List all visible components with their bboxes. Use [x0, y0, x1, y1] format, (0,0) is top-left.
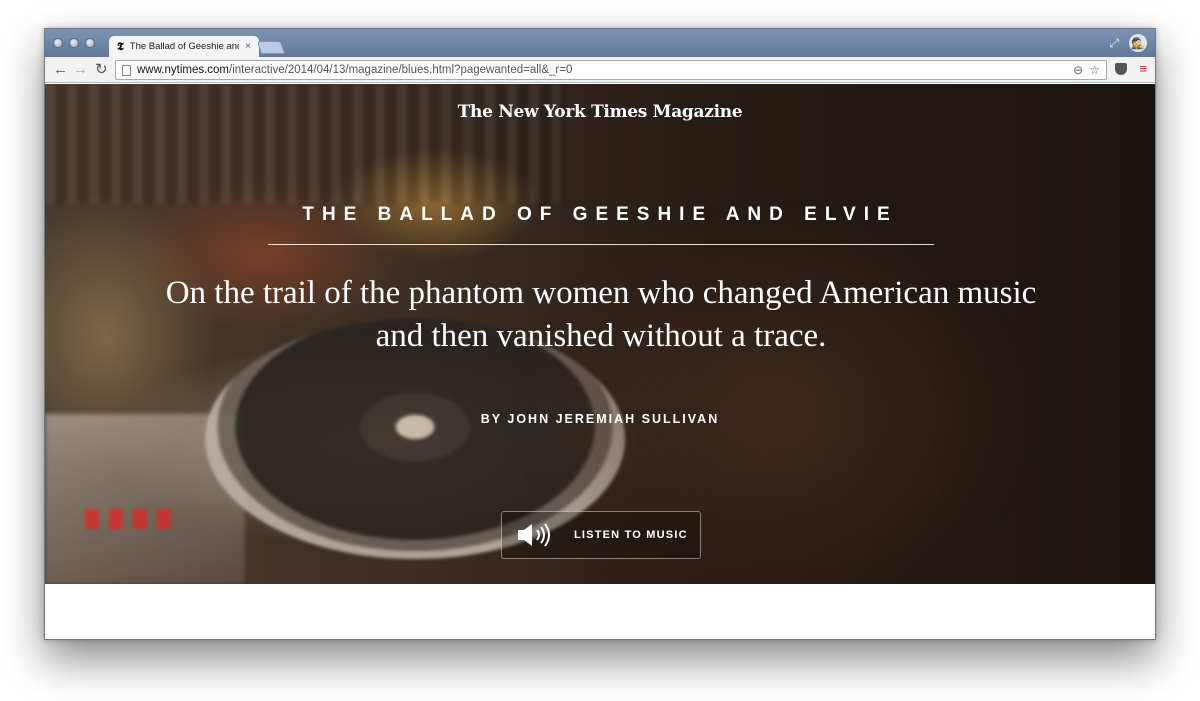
browser-window: 𝕿 The Ballad of Geeshie and × ⤢ 🕵 ← → ↻ … — [44, 28, 1156, 640]
back-arrow-icon[interactable]: ← — [53, 60, 68, 80]
titlebar-right: ⤢ 🕵 — [1109, 34, 1147, 52]
incognito-icon: 🕵 — [1129, 34, 1147, 52]
zoom-icon[interactable]: ⊖ — [1073, 63, 1083, 77]
byline: BY JOHN JEREMIAH SULLIVAN — [480, 412, 720, 426]
forward-arrow-icon[interactable]: → — [73, 60, 88, 80]
page-icon — [122, 64, 131, 76]
url-host: www.nytimes.com — [137, 64, 230, 76]
speaker-icon — [518, 523, 550, 547]
tab-strip: 𝕿 The Ballad of Geeshie and × ⤢ 🕵 — [45, 29, 1155, 57]
close-window-button[interactable] — [53, 38, 63, 48]
turntable-lights-image — [85, 509, 175, 529]
minimize-window-button[interactable] — [69, 38, 79, 48]
browser-toolbar: ← → ↻ www.nytimes.com/interactive/2014/0… — [45, 57, 1155, 83]
tab-close-icon[interactable]: × — [245, 41, 251, 52]
zoom-window-button[interactable] — [85, 38, 95, 48]
article-dek: On the trail of the phantom women who ch… — [165, 275, 1037, 354]
nyt-favicon-icon: 𝕿 — [117, 39, 124, 53]
tab-active[interactable]: 𝕿 The Ballad of Geeshie and × — [109, 36, 259, 57]
article-title: THE BALLAD OF GEESHIE AND ELVIE — [302, 204, 898, 225]
new-tab-button[interactable] — [256, 41, 286, 54]
reload-icon[interactable]: ↻ — [95, 60, 108, 80]
bookmark-star-icon[interactable]: ☆ — [1089, 63, 1100, 77]
listen-to-music-button[interactable]: LISTEN TO MUSIC — [501, 511, 701, 559]
address-bar[interactable]: www.nytimes.com/interactive/2014/04/13/m… — [115, 60, 1107, 80]
fullscreen-icon[interactable]: ⤢ — [1109, 36, 1119, 51]
listen-button-label: LISTEN TO MUSIC — [574, 529, 688, 541]
url-text[interactable]: www.nytimes.com/interactive/2014/04/13/m… — [137, 64, 1067, 76]
menu-icon[interactable]: ≡ — [1139, 62, 1147, 76]
title-divider — [268, 244, 934, 245]
page-content-area — [45, 584, 1155, 639]
pocket-icon[interactable] — [1115, 63, 1128, 75]
url-path: /interactive/2014/04/13/magazine/blues.h… — [229, 64, 573, 76]
tab-title: The Ballad of Geeshie and — [129, 41, 240, 52]
magazine-masthead[interactable]: The New York Times Magazine — [45, 102, 1155, 122]
toolbar-right: ≡ — [1115, 62, 1147, 76]
hero-section: The New York Times Magazine THE BALLAD O… — [45, 84, 1155, 584]
